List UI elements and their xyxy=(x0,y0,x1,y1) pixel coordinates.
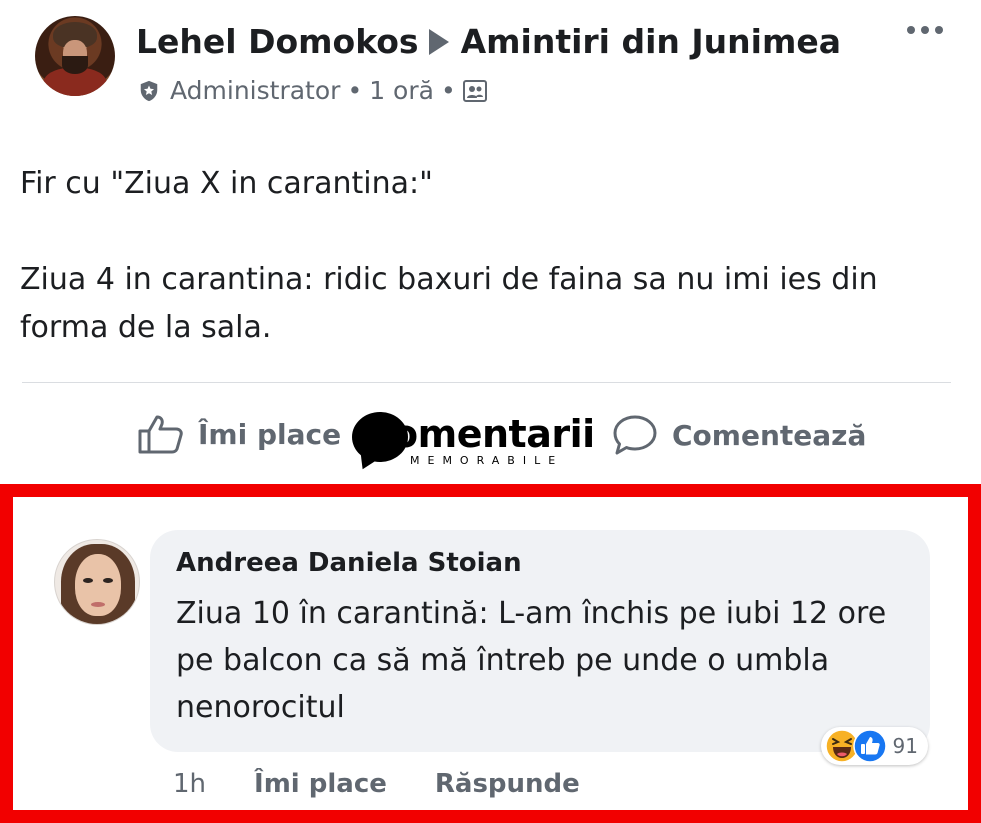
thumbs-up-icon xyxy=(138,415,183,454)
comment-bubble-icon xyxy=(613,415,657,455)
meta-separator: • xyxy=(347,76,363,105)
post-meta: Administrator • 1 oră • xyxy=(138,76,487,105)
meta-separator: • xyxy=(440,76,456,105)
like-button[interactable]: Îmi place xyxy=(138,414,341,454)
group-audience-icon xyxy=(462,79,487,102)
comment-reply-button[interactable]: Răspunde xyxy=(435,769,580,799)
post-text-line: Fir cu "Ziua X in carantina:" xyxy=(20,166,433,201)
watermark-logo: omentarii MEMORABILE xyxy=(352,408,604,474)
arrow-right-icon xyxy=(428,29,449,55)
comment-actions: 1h Îmi place Răspunde xyxy=(173,769,580,799)
divider xyxy=(22,382,951,383)
post-card: Lehel Domokos Amintiri din Junimea Admini… xyxy=(0,0,981,484)
like-reaction-icon xyxy=(852,729,887,763)
reaction-summary[interactable]: 91 xyxy=(820,727,928,765)
watermark-subtext: MEMORABILE xyxy=(410,454,564,467)
highlighted-comment: Andreea Daniela Stoian Ziua 10 în carant… xyxy=(0,484,981,823)
like-label: Îmi place xyxy=(198,417,342,451)
comment-button[interactable]: Comentează xyxy=(612,414,866,456)
more-options-icon[interactable] xyxy=(907,26,943,34)
commenter-avatar[interactable] xyxy=(54,539,140,625)
comment-label: Comentează xyxy=(672,418,867,452)
comment-text: Ziua 10 în carantină: L-am închis pe iub… xyxy=(176,596,887,725)
post-timestamp[interactable]: 1 oră xyxy=(369,76,434,105)
author-name-link[interactable]: Lehel Domokos xyxy=(136,22,419,61)
post-header-title: Lehel Domokos Amintiri din Junimea xyxy=(136,22,841,61)
post-body: Fir cu "Ziua X in carantina:" Ziua 4 in … xyxy=(20,160,960,352)
post-text-line: Ziua 4 in carantina: ridic baxuri de fai… xyxy=(20,262,878,345)
author-avatar[interactable] xyxy=(35,16,115,96)
group-name-link[interactable]: Amintiri din Junimea xyxy=(461,22,841,61)
reaction-count: 91 xyxy=(892,734,918,758)
comment-like-button[interactable]: Îmi place xyxy=(254,769,387,799)
watermark-text: omentarii xyxy=(392,412,595,456)
comment-bubble: Andreea Daniela Stoian Ziua 10 în carant… xyxy=(150,530,930,752)
commenter-name-link[interactable]: Andreea Daniela Stoian xyxy=(176,548,904,578)
comment-timestamp[interactable]: 1h xyxy=(173,769,206,799)
shield-icon xyxy=(140,80,158,101)
post-actions: Îmi place omentarii MEMORABILE Comenteaz… xyxy=(0,400,981,474)
author-role: Administrator xyxy=(170,76,341,105)
